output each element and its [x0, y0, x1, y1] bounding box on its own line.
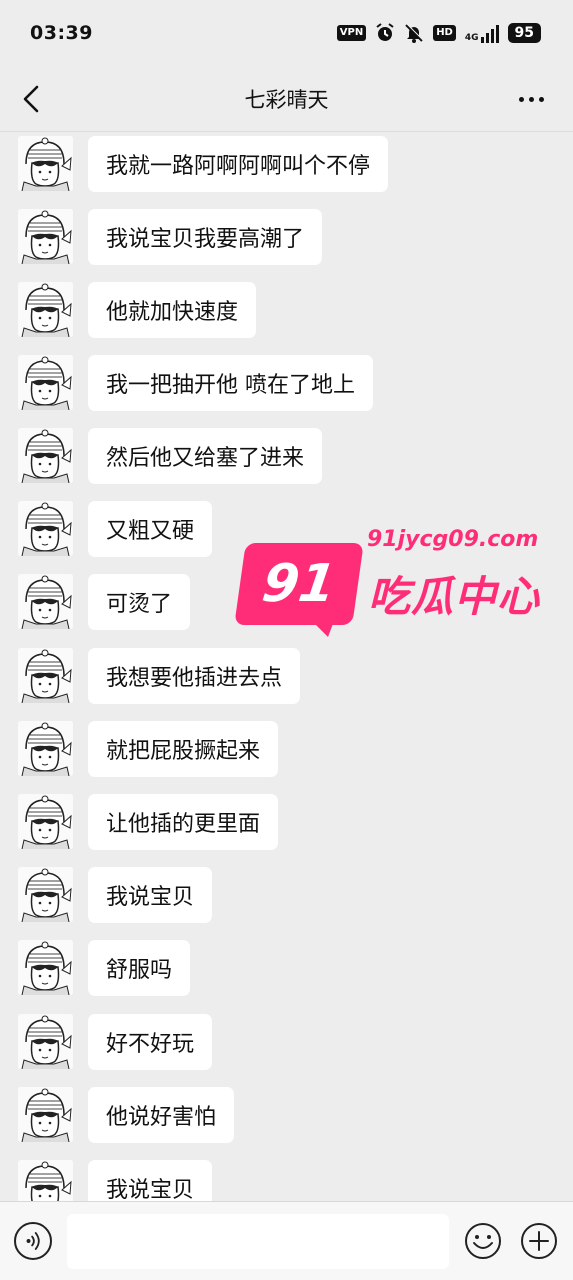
watermark-text: 吃瓜中心 [368, 572, 541, 621]
avatar[interactable] [18, 1014, 73, 1069]
message-bubble[interactable]: 我说宝贝我要高潮了 [88, 209, 323, 265]
voice-icon[interactable] [14, 1222, 52, 1260]
status-icons: VPN HD 4G 95 [336, 23, 541, 43]
message-list[interactable]: 我就一路阿啊阿啊叫个不停 我说宝贝我要高潮了 他就加快速度 我一把抽开他 喷在了… [0, 133, 573, 1201]
avatar[interactable] [18, 209, 73, 264]
more-dots-icon[interactable] [519, 88, 549, 110]
message-row: 我就一路阿啊阿啊叫个不停 [18, 136, 389, 192]
message-row: 舒服吗 [18, 940, 191, 996]
watermark-badge-tail [312, 621, 334, 637]
message-row: 让他插的更里面 [18, 794, 279, 850]
alarm-icon [376, 23, 394, 41]
message-bubble[interactable]: 他就加快速度 [88, 282, 257, 338]
chat-header: 七彩晴天 [0, 66, 573, 132]
input-bar [0, 1201, 573, 1280]
watermark-badge: 91 [234, 543, 364, 625]
message-row: 好不好玩 [18, 1014, 213, 1070]
message-row: 我一把抽开他 喷在了地上 [18, 355, 373, 411]
message-row: 他说好害怕 [18, 1087, 235, 1143]
message-bubble[interactable]: 我想要他插进去点 [88, 648, 301, 704]
avatar[interactable] [18, 648, 73, 703]
avatar[interactable] [18, 940, 73, 995]
message-row: 我说宝贝 [18, 867, 213, 923]
avatar[interactable] [18, 1087, 73, 1142]
avatar[interactable] [18, 428, 73, 483]
avatar[interactable] [18, 501, 73, 556]
avatar[interactable] [18, 867, 73, 922]
avatar[interactable] [18, 721, 73, 776]
message-row: 就把屁股撅起来 [18, 721, 279, 777]
plus-icon[interactable] [520, 1222, 558, 1260]
message-bubble[interactable]: 就把屁股撅起来 [88, 721, 279, 777]
avatar[interactable] [18, 1160, 73, 1201]
message-bubble[interactable]: 我说宝贝 [88, 1160, 213, 1201]
message-row: 我说宝贝 [18, 1160, 213, 1201]
battery-indicator: 95 [507, 23, 541, 43]
message-bubble[interactable]: 然后他又给塞了进来 [88, 428, 323, 484]
status-bar: 03:39 VPN HD 4G 95 [0, 0, 573, 66]
message-row: 他就加快速度 [18, 282, 257, 338]
avatar[interactable] [18, 794, 73, 849]
message-bubble[interactable]: 他说好害怕 [88, 1087, 235, 1143]
message-row: 然后他又给塞了进来 [18, 428, 323, 484]
message-bubble[interactable]: 我一把抽开他 喷在了地上 [88, 355, 373, 411]
message-row: 我想要他插进去点 [18, 648, 301, 704]
mute-bell-icon [405, 23, 425, 43]
message-input[interactable] [67, 1214, 449, 1269]
message-bubble[interactable]: 让他插的更里面 [88, 794, 279, 850]
signal-icon: 4G [465, 23, 499, 43]
status-time: 03:39 [30, 22, 93, 44]
emoji-icon[interactable] [464, 1222, 502, 1260]
message-row: 可烫了 [18, 574, 191, 630]
watermark-logo: 91 91jycg09.com 吃瓜中心 [234, 527, 541, 642]
avatar[interactable] [18, 136, 73, 191]
back-arrow-icon[interactable] [20, 84, 44, 114]
vpn-indicator: VPN [336, 25, 367, 41]
message-bubble[interactable]: 又粗又硬 [88, 501, 213, 557]
message-row: 又粗又硬 [18, 501, 213, 557]
message-bubble[interactable]: 我说宝贝 [88, 867, 213, 923]
message-bubble[interactable]: 可烫了 [88, 574, 191, 630]
watermark-domain: 91jycg09.com [367, 527, 539, 552]
chat-title: 七彩晴天 [244, 87, 329, 112]
message-row: 我说宝贝我要高潮了 [18, 209, 323, 265]
avatar[interactable] [18, 282, 73, 337]
avatar[interactable] [18, 355, 73, 410]
hd-indicator: HD [433, 25, 456, 41]
message-bubble[interactable]: 舒服吗 [88, 940, 191, 996]
message-bubble[interactable]: 好不好玩 [88, 1014, 213, 1070]
network-type: 4G [464, 33, 479, 43]
avatar[interactable] [18, 574, 73, 629]
message-bubble[interactable]: 我就一路阿啊阿啊叫个不停 [88, 136, 389, 192]
